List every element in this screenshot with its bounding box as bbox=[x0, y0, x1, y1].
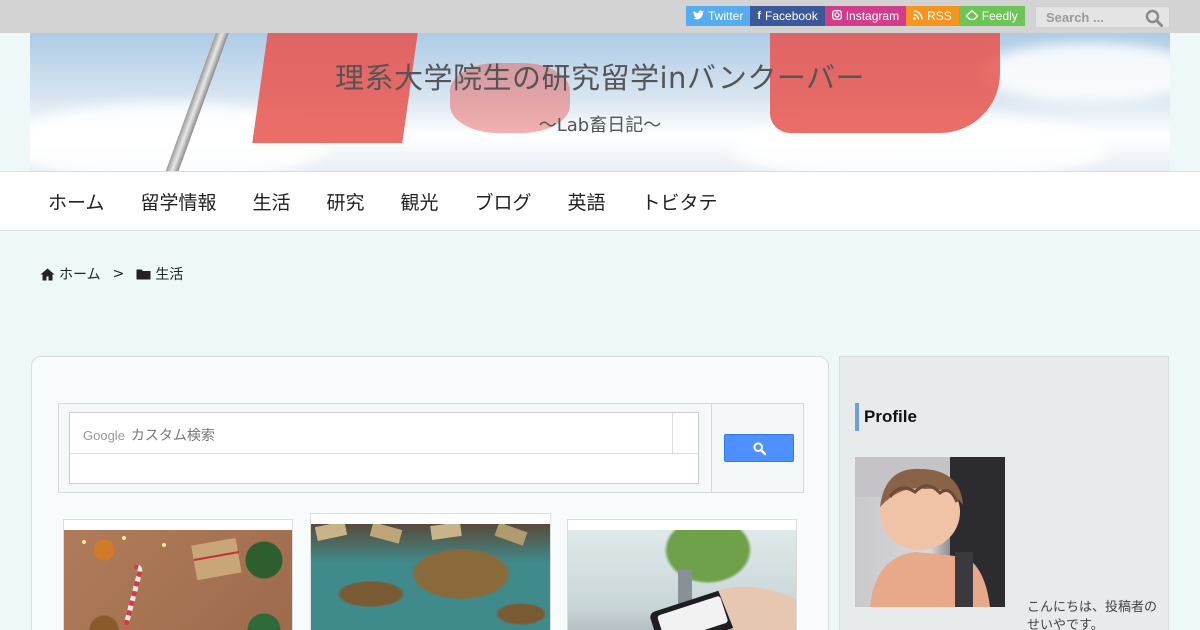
post-thumbnail-smartphone[interactable] bbox=[568, 530, 796, 630]
nav-item-tobitate[interactable]: トビタテ bbox=[624, 188, 736, 215]
nav-item-research[interactable]: 研究 bbox=[308, 188, 382, 215]
smartphone-decor bbox=[650, 570, 796, 630]
folder-icon bbox=[136, 269, 151, 280]
twitter-label: Twitter bbox=[708, 9, 744, 23]
profile-heading: Profile bbox=[855, 403, 917, 431]
feedly-icon bbox=[965, 9, 979, 23]
christmas-decor bbox=[82, 536, 242, 626]
google-custom-search: Google カスタム検索 bbox=[58, 403, 804, 493]
nav-item-life[interactable]: 生活 bbox=[234, 188, 308, 215]
custom-search-button[interactable] bbox=[724, 434, 794, 462]
nav-item-home[interactable]: ホーム bbox=[30, 188, 122, 215]
avatar-figure bbox=[855, 457, 1005, 607]
twitter-link[interactable]: Twitter bbox=[686, 6, 751, 26]
post-card[interactable] bbox=[63, 519, 293, 630]
breadcrumb-home[interactable]: ホーム bbox=[59, 264, 101, 284]
facebook-icon: f bbox=[757, 9, 762, 22]
instagram-link[interactable]: Instagram bbox=[824, 6, 907, 26]
site-subtitle: ～Lab畜日記～ bbox=[538, 115, 662, 136]
nav-item-english[interactable]: 英語 bbox=[550, 188, 624, 215]
custom-search-placeholder-text: カスタム検索 bbox=[130, 428, 215, 444]
custom-search-input[interactable]: Google カスタム検索 bbox=[69, 412, 699, 484]
search-clear-area[interactable] bbox=[672, 413, 673, 453]
search-icon[interactable] bbox=[1145, 9, 1163, 27]
post-thumbnail-christmas[interactable] bbox=[64, 530, 292, 630]
post-card[interactable] bbox=[310, 513, 551, 630]
instagram-icon bbox=[831, 9, 842, 23]
twitter-icon bbox=[693, 9, 704, 23]
rss-link[interactable]: RSS bbox=[906, 6, 959, 26]
post-card[interactable] bbox=[567, 519, 797, 630]
banknotes-decor bbox=[314, 524, 528, 546]
profile-intro-text: こんにちは、投稿者のせいやです。 bbox=[1027, 600, 1158, 630]
home-icon bbox=[40, 268, 55, 280]
rss-icon bbox=[913, 9, 923, 23]
post-thumbnail-world-map[interactable] bbox=[311, 524, 550, 630]
site-title[interactable]: 理系大学院生の研究留学inバンクーバー bbox=[30, 55, 1170, 97]
nav-item-study-abroad[interactable]: 留学情報 bbox=[122, 188, 234, 215]
main-nav: ホーム 留学情報 生活 研究 観光 ブログ 英語 トビタテ bbox=[0, 171, 1200, 231]
facebook-label: Facebook bbox=[765, 9, 818, 23]
rss-label: RSS bbox=[927, 9, 952, 23]
instagram-label: Instagram bbox=[845, 9, 900, 23]
search-icon bbox=[752, 441, 766, 455]
facebook-link[interactable]: f Facebook bbox=[750, 6, 825, 26]
custom-search-placeholder: Google カスタム検索 bbox=[83, 425, 215, 445]
feedly-link[interactable]: Feedly bbox=[958, 6, 1025, 26]
nav-item-sightseeing[interactable]: 観光 bbox=[382, 188, 456, 215]
main-content: Google カスタム検索 bbox=[31, 356, 829, 630]
social-links: Twitter f Facebook Instagram RSS Feedly bbox=[686, 6, 1025, 26]
feedly-label: Feedly bbox=[981, 9, 1018, 23]
site-search-input[interactable]: Search ... bbox=[1035, 6, 1170, 28]
site-search-placeholder: Search ... bbox=[1046, 10, 1104, 25]
profile-avatar bbox=[855, 457, 1005, 607]
top-bar: Twitter f Facebook Instagram RSS Feedly … bbox=[0, 0, 1200, 33]
search-box-divider bbox=[70, 453, 698, 454]
google-brand: Google bbox=[83, 428, 125, 443]
breadcrumb-current[interactable]: 生活 bbox=[155, 264, 183, 284]
nav-item-blog[interactable]: ブログ bbox=[457, 188, 550, 215]
search-divider bbox=[711, 404, 712, 492]
sidebar: Profile こんにちは、投稿者のせいやです。 bbox=[839, 356, 1169, 630]
site-header: 理系大学院生の研究留学inバンクーバー ～Lab畜日記～ bbox=[30, 33, 1170, 171]
breadcrumb-separator: > bbox=[112, 266, 125, 282]
breadcrumb: ホーム > 生活 bbox=[40, 264, 183, 284]
